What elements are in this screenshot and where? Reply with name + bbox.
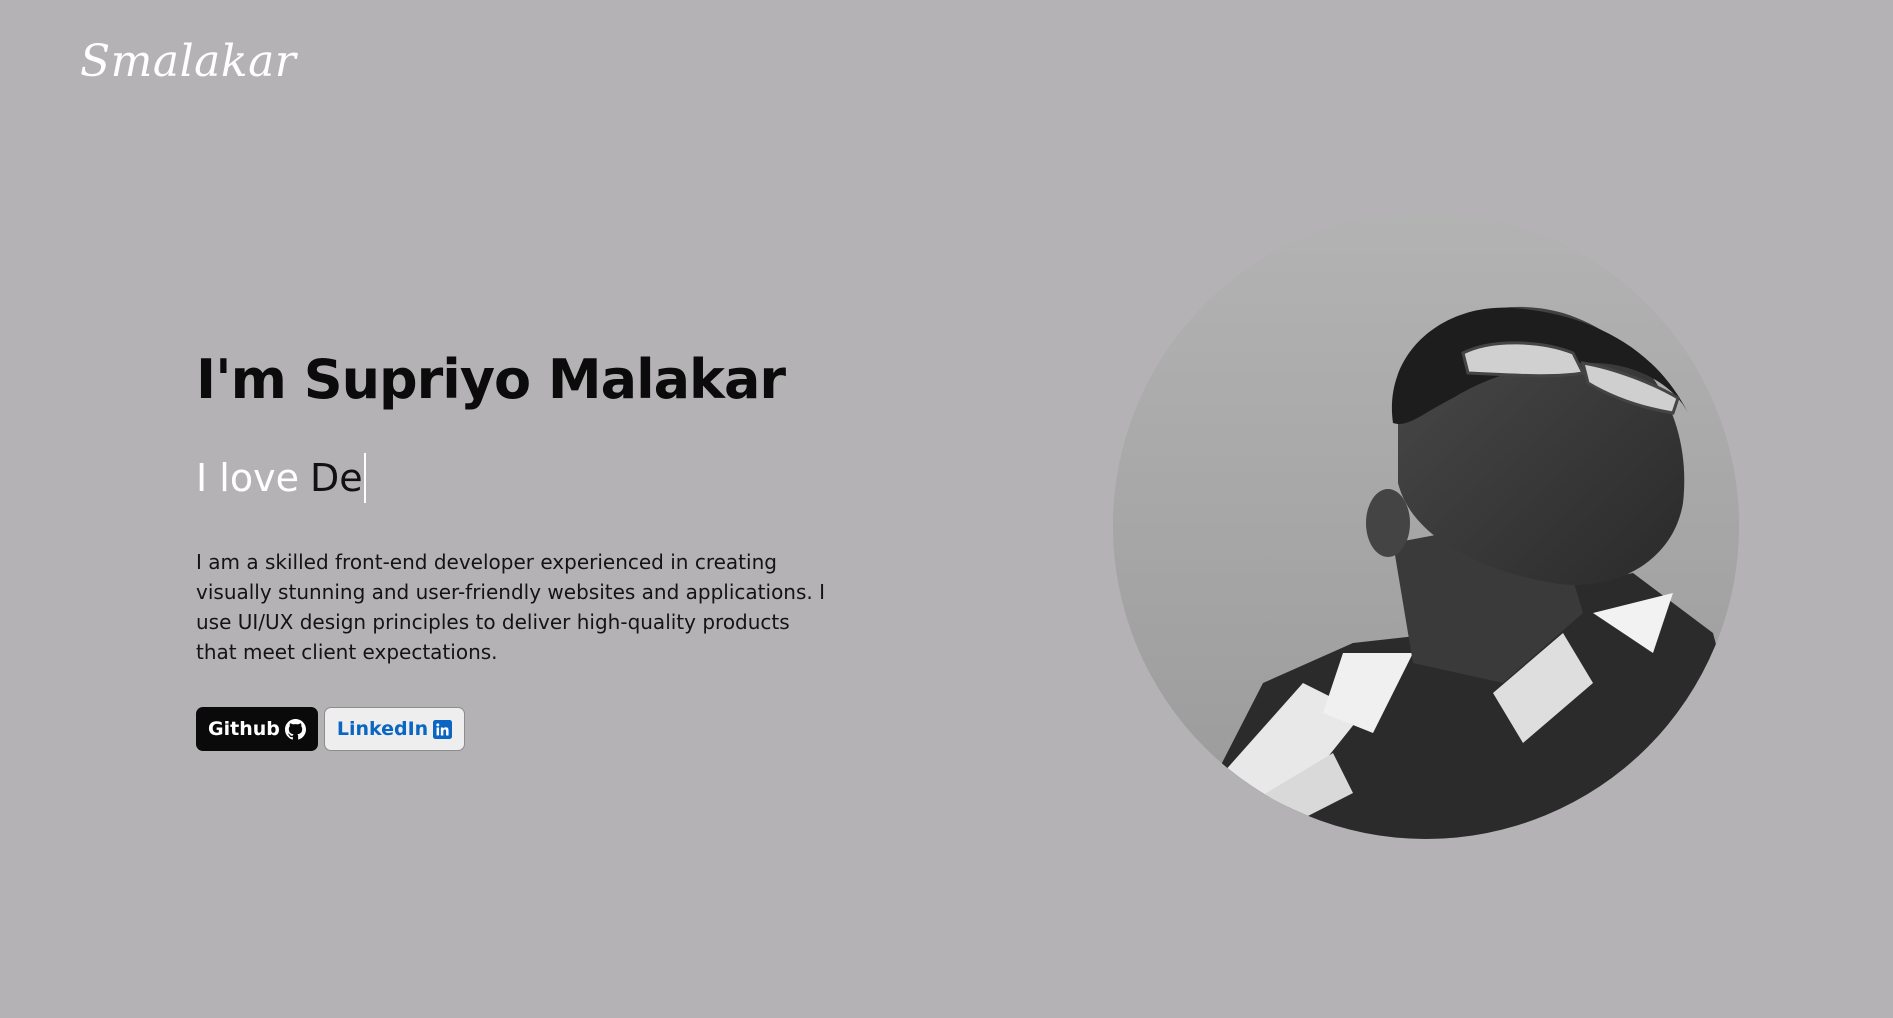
hero-section: I'm Supriyo Malakar I love De I am a ski… [196,348,836,752]
page-title: I'm Supriyo Malakar [196,348,786,411]
typing-tagline: I love De [196,453,836,504]
site-logo[interactable]: Smalakar [80,40,296,84]
profile-photo [1113,213,1739,839]
typed-word: De [309,455,363,500]
github-button-label: Github [208,718,280,741]
github-icon [284,718,306,740]
about-paragraph: I am a skilled front-end developer exper… [196,550,826,665]
typing-cursor [363,453,366,504]
linkedin-button-label: LinkedIn [336,718,429,741]
github-button[interactable]: Github [196,707,318,752]
social-buttons: Github LinkedIn [196,707,836,752]
linkedin-icon [433,719,453,739]
linkedin-button[interactable]: LinkedIn [323,707,466,752]
tagline-prefix: I love [196,455,299,500]
